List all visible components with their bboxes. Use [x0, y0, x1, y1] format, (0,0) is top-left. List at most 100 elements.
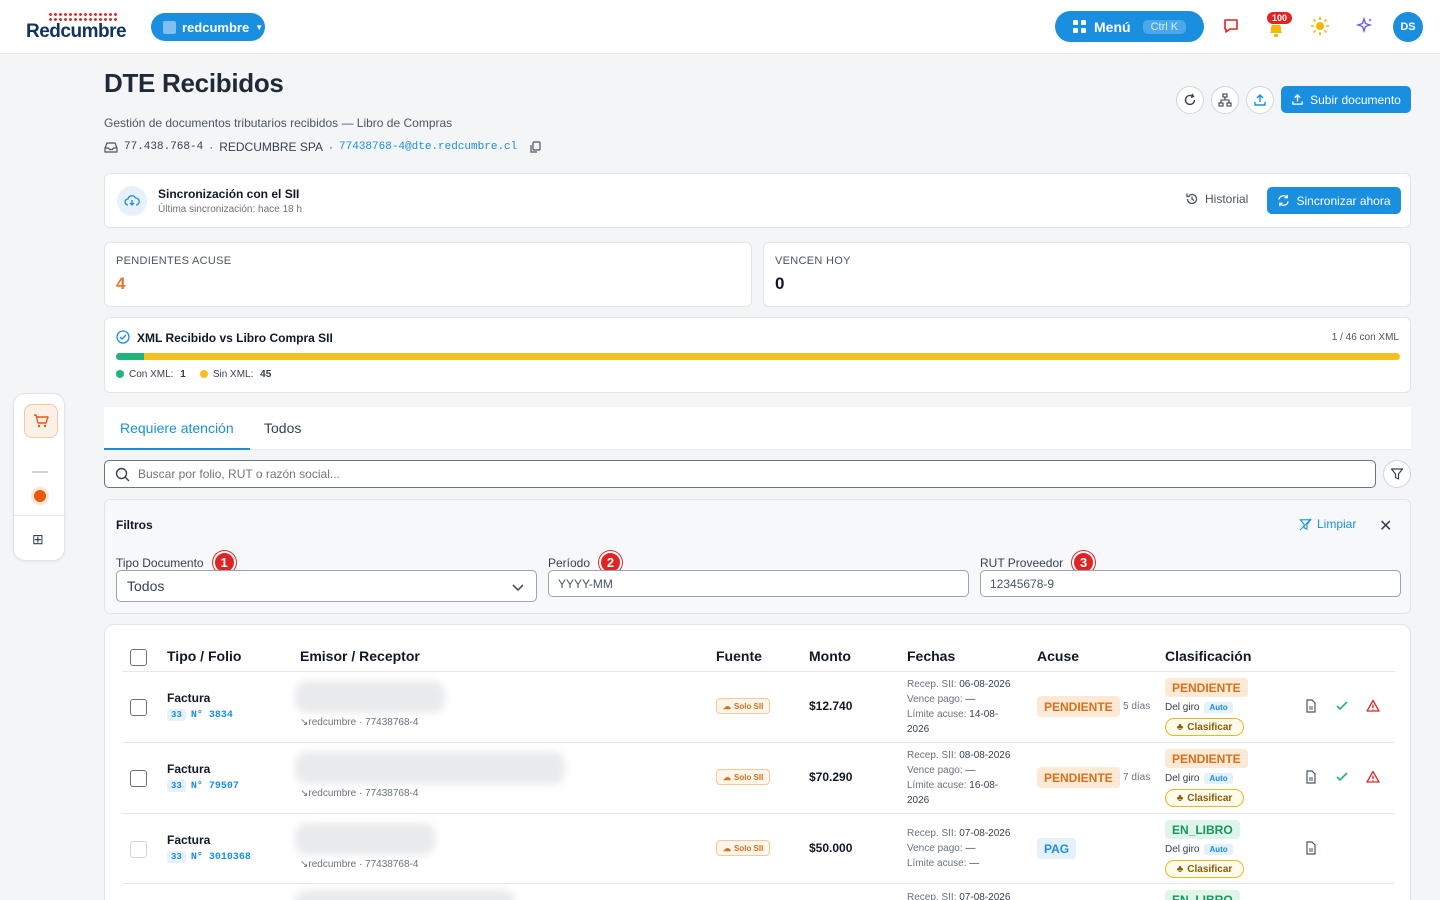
history-button[interactable]: Historial [1185, 192, 1248, 206]
filters-panel: Filtros Limpiar ✕ Tipo Documento 1 Todos… [104, 499, 1411, 614]
upload-icon-button[interactable] [1246, 86, 1274, 114]
filter-icon [1390, 468, 1404, 480]
org-selector[interactable]: redcumbre ▼ [151, 13, 265, 41]
source-badge: ☁ Solo SII [716, 698, 771, 714]
rut-input[interactable]: 12345678-9 [980, 570, 1401, 597]
row-checkbox[interactable] [130, 841, 147, 858]
ack-status-badge: PAG [1037, 838, 1077, 859]
column-header[interactable]: Emisor / Receptor [300, 648, 420, 664]
clear-filters-button[interactable]: Limpiar [1299, 517, 1356, 531]
column-header[interactable]: Fechas [907, 648, 955, 664]
filter-toggle-button[interactable] [1383, 460, 1411, 488]
sitemap-icon [1218, 93, 1232, 107]
refresh-button[interactable] [1176, 86, 1204, 114]
check-icon[interactable] [1335, 770, 1349, 784]
check-icon[interactable] [1335, 699, 1349, 713]
stat-card-pending-ack: PENDIENTES ACUSE 4 [104, 242, 752, 307]
company-rut: 77.438.768-4 [124, 141, 204, 153]
yellow-dot-icon [199, 370, 208, 378]
grid-icon[interactable]: ⊞ [32, 531, 44, 548]
stat-label: PENDIENTES ACUSE [116, 255, 232, 267]
sync-now-button[interactable]: Sincronizar ahora [1267, 187, 1401, 214]
filter-clear-icon [1299, 518, 1312, 530]
blurred-issuer-name [295, 681, 445, 713]
xml-title: XML Recibido vs Libro Compra SII [137, 331, 333, 345]
classify-button[interactable]: ♣ Clasificar [1165, 718, 1244, 736]
sun-icon[interactable] [1310, 16, 1332, 38]
tab-all[interactable]: Todos [264, 420, 301, 436]
doc-type: Factura [167, 762, 211, 776]
row-checkbox[interactable] [130, 699, 147, 716]
redcumbre-logo[interactable]: Redcumbre [26, 12, 136, 42]
warning-icon[interactable] [1366, 770, 1380, 784]
page-title: DTE Recibidos [104, 68, 284, 98]
table-row[interactable]: Factura 33 N° 79507 ↘redcumbre · 77438768… [105, 743, 1412, 814]
column-header[interactable]: Fuente [716, 648, 762, 664]
chevron-down-icon: ▼ [255, 22, 264, 32]
menu-button[interactable]: Menú Ctrl K [1055, 11, 1204, 42]
row-checkbox[interactable] [130, 770, 147, 787]
auto-badge: Auto [1204, 702, 1233, 713]
hierarchy-button[interactable] [1211, 86, 1239, 114]
history-label: Historial [1205, 192, 1249, 206]
stat-card-due-today: VENCEN HOY 0 [763, 242, 1411, 307]
classification-badge: PENDIENTE [1165, 749, 1248, 768]
sparkles-icon[interactable] [1355, 16, 1377, 38]
tabs-bar: Requiere atención Todos [104, 407, 1411, 450]
business-scope: Del giro Auto [1165, 844, 1233, 855]
column-header[interactable]: Tipo / Folio [167, 648, 241, 664]
legend-without-xml: Sin XML: 45 [199, 369, 271, 380]
column-header[interactable]: Acuse [1037, 648, 1079, 664]
search-input[interactable] [138, 467, 1338, 481]
select-all-checkbox[interactable] [130, 649, 147, 666]
cloud-icon: ☁ [723, 701, 731, 711]
refresh-icon [1184, 93, 1196, 106]
upload-document-label: Subir documento [1310, 92, 1401, 107]
ack-status-badge: PENDIENTE [1037, 696, 1120, 717]
chat-icon[interactable] [1221, 16, 1243, 38]
period-input[interactable]: YYYY-MM [548, 570, 969, 597]
doc-type-select[interactable]: Todos [116, 570, 537, 602]
tab-requires-attention[interactable]: Requiere atención [120, 420, 234, 436]
floating-side-panel: ⊞ [13, 393, 66, 561]
warning-icon[interactable] [1366, 699, 1380, 713]
check-circle-icon [116, 330, 130, 344]
document-icon[interactable] [1304, 699, 1318, 713]
business-scope: Del giro Auto [1165, 702, 1233, 713]
document-icon[interactable] [1304, 841, 1318, 855]
source-badge: ☁ Solo SII [716, 840, 771, 856]
divider [14, 515, 66, 516]
amount: $70.290 [809, 770, 853, 784]
classify-button[interactable]: ♣ Clasificar [1165, 860, 1244, 878]
sync-now-label: Sincronizar ahora [1296, 193, 1391, 208]
dates: Recep. SII: 08-08-2026 Vence pago: — Lím… [907, 750, 1011, 806]
collapse-handle[interactable] [32, 471, 48, 473]
cart-icon [34, 414, 49, 428]
table-row[interactable]: Factura 33 N° 3834 ↘redcumbre · 77438768-… [105, 672, 1412, 743]
classify-button[interactable]: ♣ Clasificar [1165, 789, 1244, 807]
column-header[interactable]: Clasificación [1165, 648, 1251, 664]
separator: · [209, 140, 214, 154]
table-row[interactable]: Factura 33 N° 3010368 ↘redcumbre · 774387… [105, 814, 1412, 885]
document-icon[interactable] [1304, 770, 1318, 784]
cart-button[interactable] [24, 404, 58, 438]
copy-icon[interactable] [529, 140, 542, 154]
user-avatar[interactable]: DS [1393, 12, 1423, 42]
receiver: ↘redcumbre · 77438768-4 [300, 717, 419, 728]
search-box [104, 460, 1376, 488]
close-filters-icon[interactable]: ✕ [1379, 516, 1392, 536]
sync-card: Sincronización con el SII Última sincron… [104, 173, 1411, 228]
sync-last-time: Última sincronización: hace 18 h [158, 204, 302, 215]
table-row[interactable]: Recep. SII: 07-08-2026 EN_LIBRO [105, 884, 1412, 900]
page-subtitle: Gestión de documentos tributarios recibi… [104, 116, 453, 130]
stat-value: 0 [775, 274, 785, 293]
upload-document-button[interactable]: Subir documento [1281, 86, 1411, 113]
column-header[interactable]: Monto [809, 648, 851, 664]
doc-type: Factura [167, 691, 211, 705]
top-bar: Redcumbre redcumbre ▼ Menú Ctrl K 100 DS [0, 0, 1440, 54]
stat-label: VENCEN HOY [775, 255, 851, 267]
classification-badge: PENDIENTE [1165, 678, 1248, 697]
chevron-down-icon [512, 584, 524, 592]
company-id-line: 77.438.768-4 · REDCUMBRE SPA · 77438768-… [104, 140, 542, 154]
source-badge: ☁ Solo SII [716, 769, 771, 785]
